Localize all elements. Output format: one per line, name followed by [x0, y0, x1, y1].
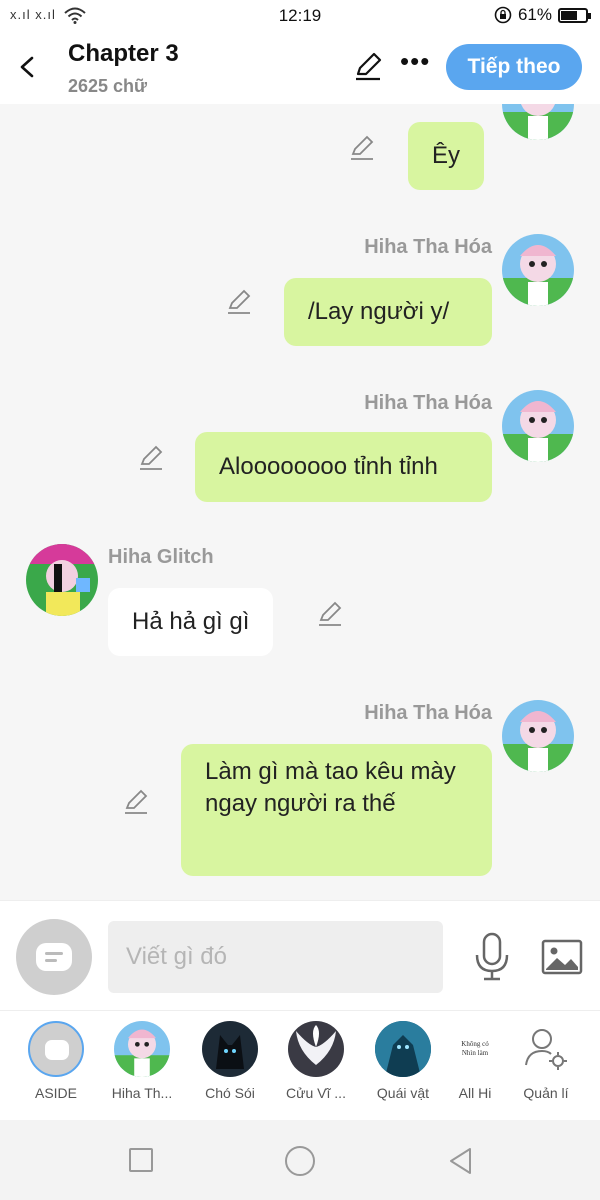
home-button[interactable]	[285, 1146, 315, 1176]
back-arrow-icon[interactable]	[14, 52, 42, 82]
avatar-hiha-glitch[interactable]	[26, 544, 98, 616]
aside-avatar	[28, 1021, 84, 1077]
chat-area[interactable]: Êy Hiha Tha Hóa /Lay người y/ Hiha Tha H…	[0, 104, 600, 900]
edit-message-icon[interactable]	[122, 788, 150, 816]
sender-name: Hiha Tha Hóa	[364, 236, 492, 258]
sender-name: Hiha Glitch	[108, 546, 214, 568]
next-chapter-button[interactable]: Tiếp theo	[446, 44, 582, 90]
battery-percent: 61%	[517, 5, 552, 24]
character-avatar	[375, 1021, 431, 1077]
character-label: Quản lí	[523, 1085, 569, 1101]
more-options-icon[interactable]: •••	[400, 46, 430, 77]
avatar-hiha-tha-hoa[interactable]	[502, 104, 574, 140]
character-hiha-tha-hoa[interactable]: Hiha Th...	[102, 1021, 182, 1101]
manage-characters[interactable]: Quản lí	[506, 1021, 586, 1101]
sender-name: Hiha Tha Hóa	[364, 392, 492, 414]
message-composer	[0, 900, 600, 1010]
system-navigation-bar	[0, 1120, 600, 1200]
character-quai-vat[interactable]: Quái vật	[363, 1021, 443, 1101]
sender-name: Hiha Tha Hóa	[364, 702, 492, 724]
message-bubble[interactable]: Aloooooooo tỉnh tỉnh	[195, 432, 492, 502]
character-cho-soi[interactable]: Chó Sói	[190, 1021, 270, 1101]
character-avatar	[202, 1021, 258, 1077]
message-input[interactable]	[108, 921, 443, 993]
avatar-hiha-tha-hoa[interactable]	[502, 234, 574, 306]
thumbnail-text: Không có Nhìn làm	[461, 1040, 489, 1057]
character-label: Cửu Vĩ ...	[286, 1085, 346, 1101]
avatar-hiha-tha-hoa[interactable]	[502, 700, 574, 772]
character-label: All Hi	[458, 1085, 492, 1101]
chapter-title: Chapter 3	[68, 40, 179, 67]
character-label: Chó Sói	[205, 1085, 255, 1101]
word-count: 2625 chữ	[68, 76, 148, 96]
message-bubble[interactable]: /Lay người y/	[284, 278, 492, 346]
edit-pencil-icon[interactable]	[352, 50, 384, 82]
character-avatar	[114, 1021, 170, 1077]
aside-icon	[36, 943, 72, 971]
character-label: ASIDE	[34, 1085, 77, 1101]
recents-button[interactable]	[129, 1148, 153, 1172]
character-avatar: Không có Nhìn làm	[447, 1021, 503, 1077]
message-bubble[interactable]: Êy	[408, 122, 485, 190]
character-cuu-vi[interactable]: Cửu Vĩ ...	[276, 1021, 356, 1101]
character-label: Quái vật	[376, 1085, 430, 1101]
aside-toggle-button[interactable]	[16, 919, 92, 995]
edit-message-icon[interactable]	[348, 134, 376, 162]
character-avatar	[288, 1021, 344, 1077]
microphone-icon[interactable]	[470, 931, 514, 983]
back-triangle-icon[interactable]	[446, 1146, 476, 1176]
edit-message-icon[interactable]	[137, 444, 165, 472]
message-bubble[interactable]: Hả hả gì gì	[108, 588, 274, 656]
chapter-header: Chapter 3 2625 chữ ••• Tiếp theo	[0, 32, 600, 104]
character-aside[interactable]: ASIDE	[16, 1021, 96, 1101]
manage-icon	[518, 1021, 574, 1077]
character-all-hi[interactable]: Không có Nhìn làm All Hi	[435, 1021, 515, 1101]
edit-message-icon[interactable]	[316, 600, 344, 628]
edit-message-icon[interactable]	[225, 288, 253, 316]
avatar-hiha-tha-hoa[interactable]	[502, 390, 574, 462]
character-label: Hiha Th...	[111, 1085, 173, 1101]
image-icon[interactable]	[540, 935, 584, 979]
battery-icon	[558, 7, 591, 23]
character-selector: ASIDE Hiha Th... Chó Sói Cửu Vĩ ... Quái…	[0, 1010, 600, 1120]
rotation-lock-icon	[494, 6, 512, 24]
status-bar: x.ıl x.ıl 12:19 61%	[0, 0, 600, 32]
message-bubble[interactable]: Làm gì mà tao kêu mày ngay người ra thế	[181, 744, 492, 876]
